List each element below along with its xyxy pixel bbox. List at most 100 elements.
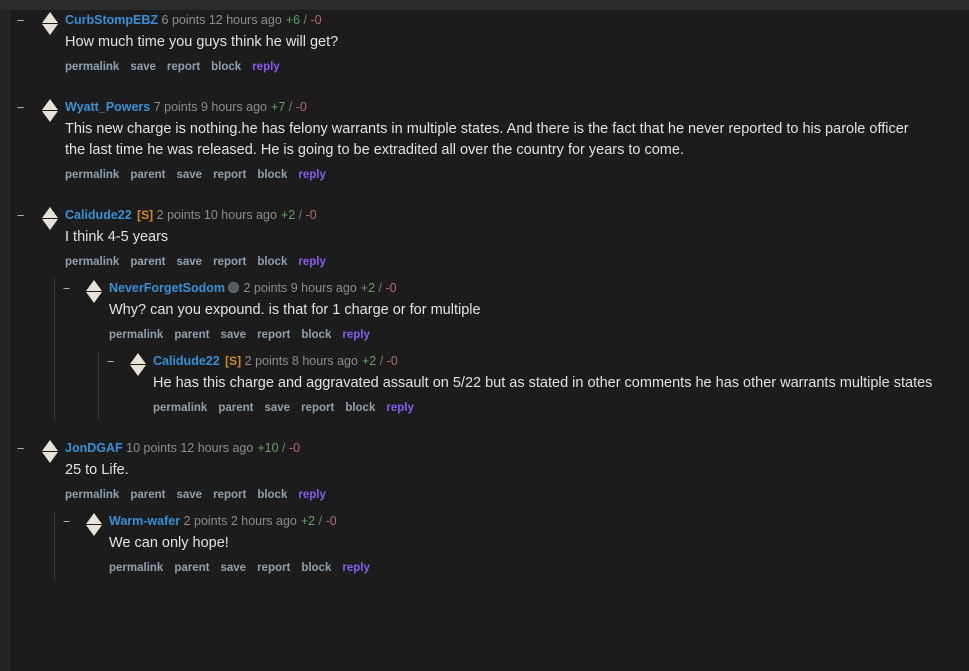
parent-link[interactable]: parent [174,329,209,341]
collapse-toggle[interactable]: − [15,442,26,455]
upvote-arrow-icon[interactable] [42,12,58,23]
downvote-arrow-icon[interactable] [42,219,58,230]
comment: − Warm-wafer 2 points 2 hours ago +2 / -0 W… [54,511,969,580]
comment: − Wyatt_Powers 7 points 9 hours ago +7 / -… [11,97,969,187]
block-link[interactable]: block [257,169,287,181]
save-link[interactable]: save [176,489,202,501]
upvote-arrow-icon[interactable] [130,353,146,364]
comment-actions: permalink parent save report block reply [65,484,969,505]
parent-link[interactable]: parent [130,256,165,268]
comment-author-link[interactable]: CurbStompEBZ [65,13,158,27]
comment-points: 6 points [161,13,206,27]
collapse-toggle[interactable]: − [15,101,26,114]
parent-link[interactable]: parent [130,489,165,501]
collapse-toggle[interactable]: − [15,14,26,27]
permalink-link[interactable]: permalink [109,329,163,341]
vote-controls [85,513,103,536]
comment-author-link[interactable]: NeverForgetSodom [109,281,225,295]
permalink-link[interactable]: permalink [65,489,119,501]
reply-link[interactable]: reply [342,562,370,574]
comment-replies: − Warm-wafer 2 points 2 hours ago +2 / -0 W… [33,507,969,580]
score-upvotes: +2 [300,514,316,528]
report-link[interactable]: report [257,329,290,341]
report-link[interactable]: report [213,256,246,268]
comment-spacer [11,187,969,205]
comment-actions: permalink parent save report block reply [65,251,969,272]
comment-tagline: NeverForgetSodom 2 points 9 hours ago +2 … [109,280,969,297]
downvote-arrow-icon[interactable] [86,525,102,536]
permalink-link[interactable]: permalink [65,61,119,73]
comment-body: Warm-wafer 2 points 2 hours ago +2 / -0 We… [77,511,969,580]
reply-link[interactable]: reply [252,61,280,73]
comment-text: He has this charge and aggravated assaul… [153,375,933,391]
upvote-arrow-icon[interactable] [86,513,102,524]
report-link[interactable]: report [213,169,246,181]
save-link[interactable]: save [130,61,156,73]
save-link[interactable]: save [220,562,246,574]
report-link[interactable]: report [167,61,200,73]
permalink-link[interactable]: permalink [65,256,119,268]
downvote-arrow-icon[interactable] [42,452,58,463]
block-link[interactable]: block [257,489,287,501]
reply-link[interactable]: reply [298,489,326,501]
upvote-arrow-icon[interactable] [42,207,58,218]
save-link[interactable]: save [220,329,246,341]
reply-link[interactable]: reply [386,402,414,414]
downvote-arrow-icon[interactable] [86,292,102,303]
parent-link[interactable]: parent [130,169,165,181]
comment-author-link[interactable]: Calidude22 [65,208,132,222]
block-link[interactable]: block [301,329,331,341]
permalink-link[interactable]: permalink [153,402,207,414]
score-downvotes: -0 [325,514,337,528]
comments-page: − CurbStompEBZ 6 points 12 hours ago +6 / … [11,10,969,671]
reply-link[interactable]: reply [298,169,326,181]
upvote-arrow-icon[interactable] [42,440,58,451]
comment-timestamp: 8 hours ago [291,354,358,368]
permalink-link[interactable]: permalink [109,562,163,574]
block-link[interactable]: block [301,562,331,574]
comment-replies: − NeverForgetSodom 2 points 9 hours ago +2… [33,274,969,420]
upvote-arrow-icon[interactable] [42,99,58,110]
score-upvotes: +6 [285,13,301,27]
comment-spacer [11,79,969,97]
report-link[interactable]: report [257,562,290,574]
vote-controls [41,12,59,35]
comment-timestamp: 12 hours ago [208,13,282,27]
report-link[interactable]: report [301,402,334,414]
permalink-link[interactable]: permalink [65,169,119,181]
comment-author-link[interactable]: JonDGAF [65,441,123,455]
submitter-tag: [S] [225,354,242,368]
comment-author-link[interactable]: Warm-wafer [109,514,180,528]
comment-author-link[interactable]: Wyatt_Powers [65,100,150,114]
vote-controls [85,280,103,303]
downvote-arrow-icon[interactable] [130,365,146,376]
comment-tagline: JonDGAF 10 points 12 hours ago +10 / -0 [65,440,969,457]
block-link[interactable]: block [211,61,241,73]
upvote-arrow-icon[interactable] [86,280,102,291]
parent-link[interactable]: parent [174,562,209,574]
downvote-arrow-icon[interactable] [42,24,58,35]
block-link[interactable]: block [257,256,287,268]
comment-author-link[interactable]: Calidude22 [153,354,220,368]
collapse-toggle[interactable]: − [105,355,116,368]
collapse-toggle[interactable]: − [61,282,72,295]
save-link[interactable]: save [176,256,202,268]
collapse-toggle[interactable]: − [61,515,72,528]
comment-body: JonDGAF 10 points 12 hours ago +10 / -0 25… [33,438,969,507]
save-link[interactable]: save [176,169,202,181]
downvote-arrow-icon[interactable] [42,111,58,122]
block-link[interactable]: block [345,402,375,414]
save-link[interactable]: save [264,402,290,414]
comment-body: Wyatt_Powers 7 points 9 hours ago +7 / -0… [33,97,969,187]
comment-actions: permalink parent save report block reply [109,557,969,578]
reply-link[interactable]: reply [342,329,370,341]
comment-tagline: Warm-wafer 2 points 2 hours ago +2 / -0 [109,513,969,530]
user-flair-badge-icon [228,282,239,293]
comment-timestamp: 12 hours ago [180,441,254,455]
collapse-toggle[interactable]: − [15,209,26,222]
comment-tagline: CurbStompEBZ 6 points 12 hours ago +6 / -… [65,12,969,29]
reply-link[interactable]: reply [298,256,326,268]
parent-link[interactable]: parent [218,402,253,414]
comment-points: 7 points [153,100,198,114]
report-link[interactable]: report [213,489,246,501]
